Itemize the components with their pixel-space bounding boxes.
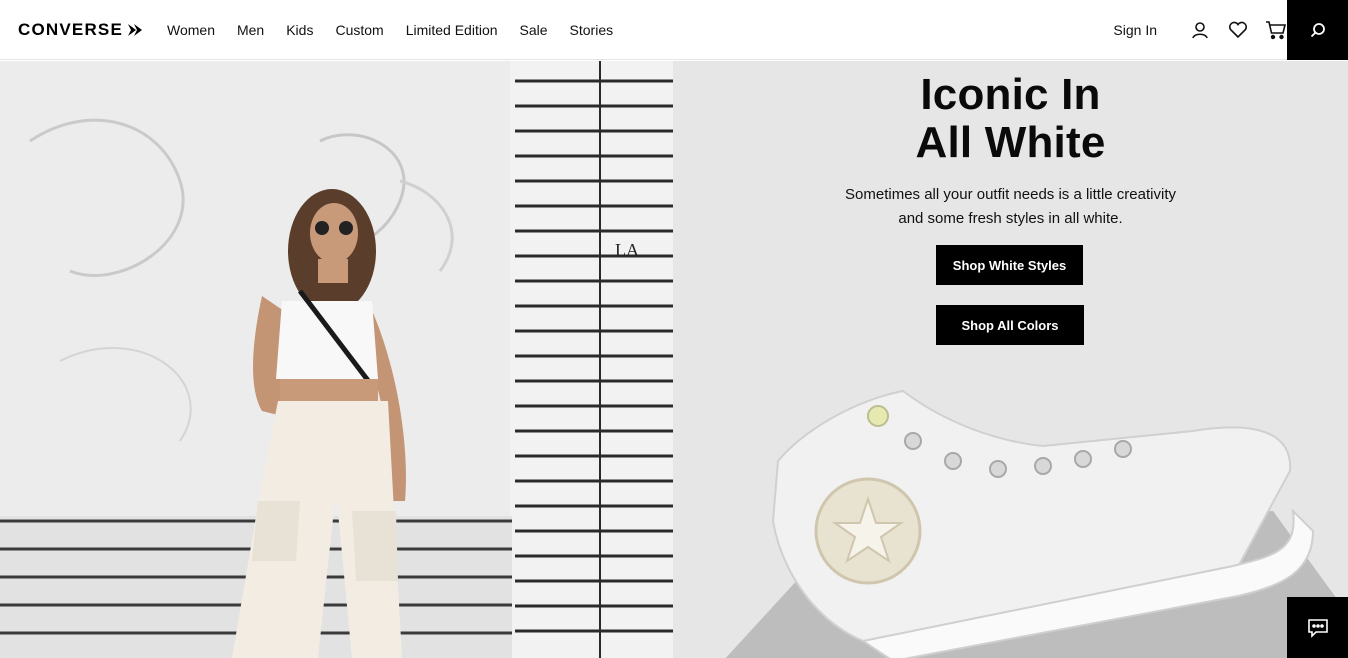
search-button[interactable] — [1287, 0, 1348, 60]
nav-stories[interactable]: Stories — [570, 22, 614, 38]
promo-panel: Iconic In All White Sometimes all your o… — [673, 61, 1348, 658]
chat-button[interactable] — [1287, 597, 1348, 658]
nav-limited-edition[interactable]: Limited Edition — [406, 22, 498, 38]
hero-headline: Iconic In All White — [673, 71, 1348, 167]
nav-sale[interactable]: Sale — [520, 22, 548, 38]
nav-women[interactable]: Women — [167, 22, 215, 38]
nav-kids[interactable]: Kids — [286, 22, 313, 38]
hero-subcopy: Sometimes all your outfit needs is a lit… — [845, 186, 1176, 227]
headline-line-2: All White — [915, 118, 1106, 167]
header-tools: Sign In — [1113, 0, 1287, 60]
converse-chevron-icon — [128, 24, 143, 36]
chat-icon — [1307, 618, 1328, 638]
shop-all-colors-button[interactable]: Shop All Colors — [936, 305, 1084, 345]
logo-text: CONVERSE — [18, 20, 124, 39]
white-high-top-sneaker-image — [725, 389, 1348, 658]
user-icon[interactable] — [1189, 19, 1211, 41]
cart-icon[interactable] — [1265, 19, 1287, 41]
sign-in-link[interactable]: Sign In — [1113, 22, 1157, 38]
hero-section: LA Iconic In All White Sometimes all you… — [0, 61, 1348, 658]
la-wall-sign: LA — [615, 240, 639, 260]
headline-line-1: Iconic In — [920, 70, 1101, 119]
nav-custom[interactable]: Custom — [335, 22, 383, 38]
heart-icon[interactable] — [1227, 19, 1249, 41]
hero-lifestyle-image: LA — [0, 61, 673, 658]
converse-logo[interactable]: CONVERSE — [18, 20, 143, 40]
site-header: CONVERSE Women Men Kids Custom Limited E… — [0, 0, 1348, 60]
nav-men[interactable]: Men — [237, 22, 264, 38]
search-icon — [1310, 23, 1325, 38]
main-nav: Women Men Kids Custom Limited Edition Sa… — [167, 0, 635, 60]
shop-white-styles-button[interactable]: Shop White Styles — [936, 245, 1083, 285]
